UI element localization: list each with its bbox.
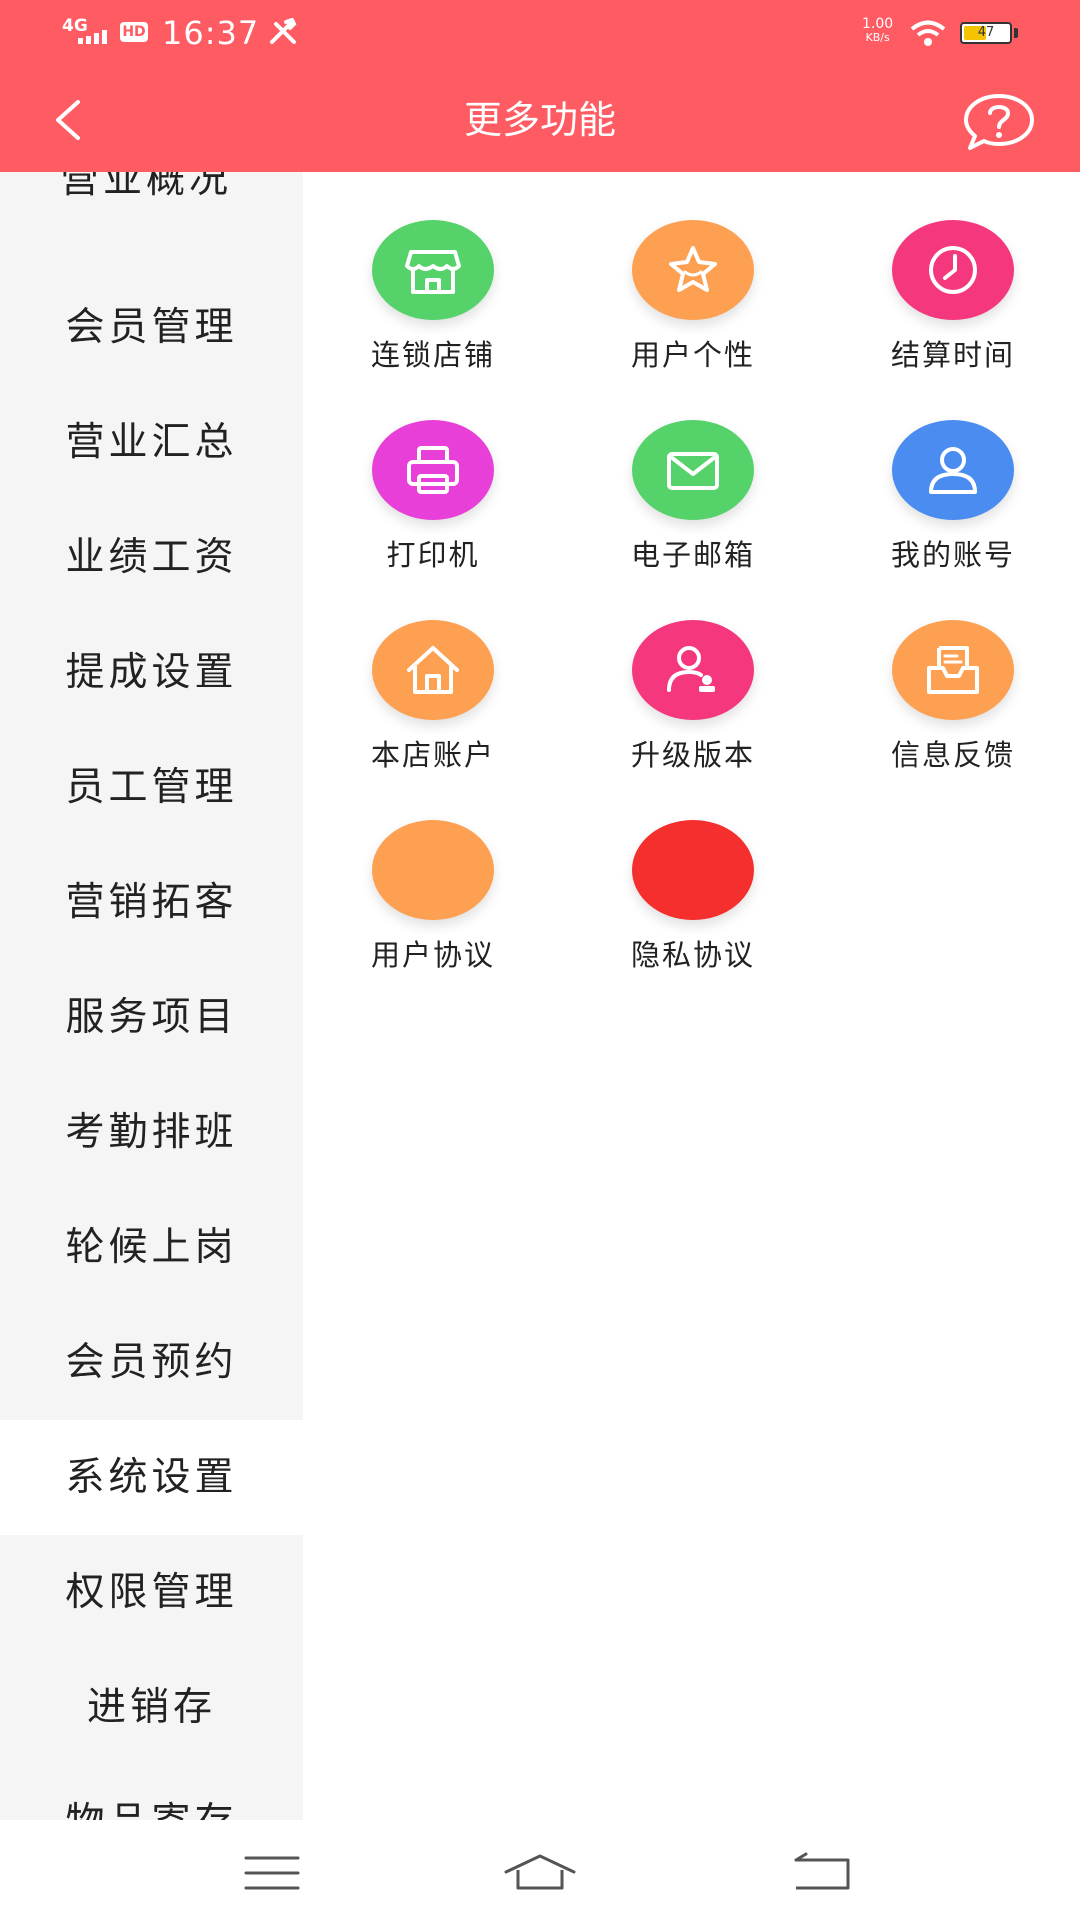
icon-circle [372,620,494,720]
icon-circle [632,820,754,920]
sidebar-item-business-summary[interactable]: 营业汇总 [0,385,303,500]
back-nav-button[interactable] [782,1848,862,1898]
app-header: 4G HD 16:37 1.00 KB/s 47 更多功能 [0,0,1080,172]
grid-item-email[interactable]: 电子邮箱 [563,372,823,572]
user-icon [929,447,977,494]
home-nav-icon [504,1854,576,1890]
grid-label: 我的账号 [890,538,1015,572]
grid-item-upgrade-version[interactable]: 升级版本 [563,572,823,772]
printer-icon [407,446,459,494]
grid-item-feedback[interactable]: 信息反馈 [823,572,1080,772]
grid-label: 用户个性 [630,338,755,372]
grid-item-privacy-agreement[interactable]: 隐私协议 [563,772,823,972]
help-button[interactable] [962,92,1036,152]
grid-label: 打印机 [386,538,480,572]
grid-label: 连锁店铺 [370,338,495,372]
grid-item-user-personalization[interactable]: 用户个性 [563,172,823,372]
icon-circle [892,220,1014,320]
signal-icon [78,30,107,44]
grid-label: 信息反馈 [890,738,1015,772]
battery-icon: 47 [960,22,1012,44]
function-grid: 连锁店铺 用户个性 结算时间 打印机 电子邮箱 我的账号 本店账户 升级版本 信… [303,172,1080,1820]
sidebar-item-commission-settings[interactable]: 提成设置 [0,615,303,730]
icon-circle [372,220,494,320]
icon-circle [632,620,754,720]
icon-circle [632,420,754,520]
grid-item-user-agreement[interactable]: 用户协议 [303,772,563,972]
sidebar-item-inventory[interactable]: 进销存 [0,1650,303,1765]
back-nav-icon [794,1852,850,1890]
network-speed: 1.00 KB/s [862,16,894,44]
star-icon [669,246,717,292]
page-title: 更多功能 [463,98,616,142]
help-icon [964,94,1034,150]
grid-item-my-account[interactable]: 我的账号 [823,372,1080,572]
grid-label: 用户协议 [370,938,495,972]
clock-icon [929,246,977,294]
sidebar-item-service-items[interactable]: 服务项目 [0,960,303,1075]
sidebar-item-performance-salary[interactable]: 业绩工资 [0,500,303,615]
home-button[interactable] [500,1848,580,1898]
grid-label: 隐私协议 [630,938,755,972]
icon-circle [892,420,1014,520]
sidebar-item-system-settings[interactable]: 系统设置 [0,1420,303,1535]
sidebar-item-marketing[interactable]: 营销拓客 [0,845,303,960]
status-bar: 4G HD 16:37 1.00 KB/s 47 [0,0,1080,66]
grid-item-settlement-time[interactable]: 结算时间 [823,172,1080,372]
system-nav-bar [0,1820,1080,1920]
wifi-icon [910,20,946,46]
sidebar-item-rotation[interactable]: 轮候上岗 [0,1190,303,1305]
icon-circle [372,420,494,520]
mail-icon [667,452,719,490]
grid-item-printer[interactable]: 打印机 [303,372,563,572]
inbox-icon [927,646,979,694]
hd-badge: HD [120,22,148,42]
menu-icon [244,1856,300,1890]
status-time: 16:37 [162,14,260,52]
sidebar-item-member-booking[interactable]: 会员预约 [0,1305,303,1420]
battery-cap [1014,28,1018,38]
sidebar-item-member-management[interactable]: 会员管理 [0,270,303,385]
icon-circle [632,220,754,320]
grid-item-chain-store[interactable]: 连锁店铺 [303,172,563,372]
grid-label: 结算时间 [890,338,1015,372]
sidebar-item-staff-management[interactable]: 员工管理 [0,730,303,845]
icon-circle [892,620,1014,720]
tools-icon [270,18,297,44]
sidebar-item-partial[interactable]: 营业概况 [0,172,303,202]
sidebar-item-attendance[interactable]: 考勤排班 [0,1075,303,1190]
grid-item-store-account[interactable]: 本店账户 [303,572,563,772]
home-icon [407,646,459,694]
grid-label: 电子邮箱 [630,538,755,572]
sidebar: 营业概况 会员管理 营业汇总 业绩工资 提成设置 员工管理 营销拓客 服务项目 … [0,172,303,1845]
menu-button[interactable] [232,1848,312,1898]
user-badge-icon [667,646,715,692]
store-icon [405,250,461,294]
icon-circle [372,820,494,920]
grid-label: 本店账户 [370,738,495,772]
sidebar-item-permissions[interactable]: 权限管理 [0,1535,303,1650]
grid-label: 升级版本 [630,738,755,772]
